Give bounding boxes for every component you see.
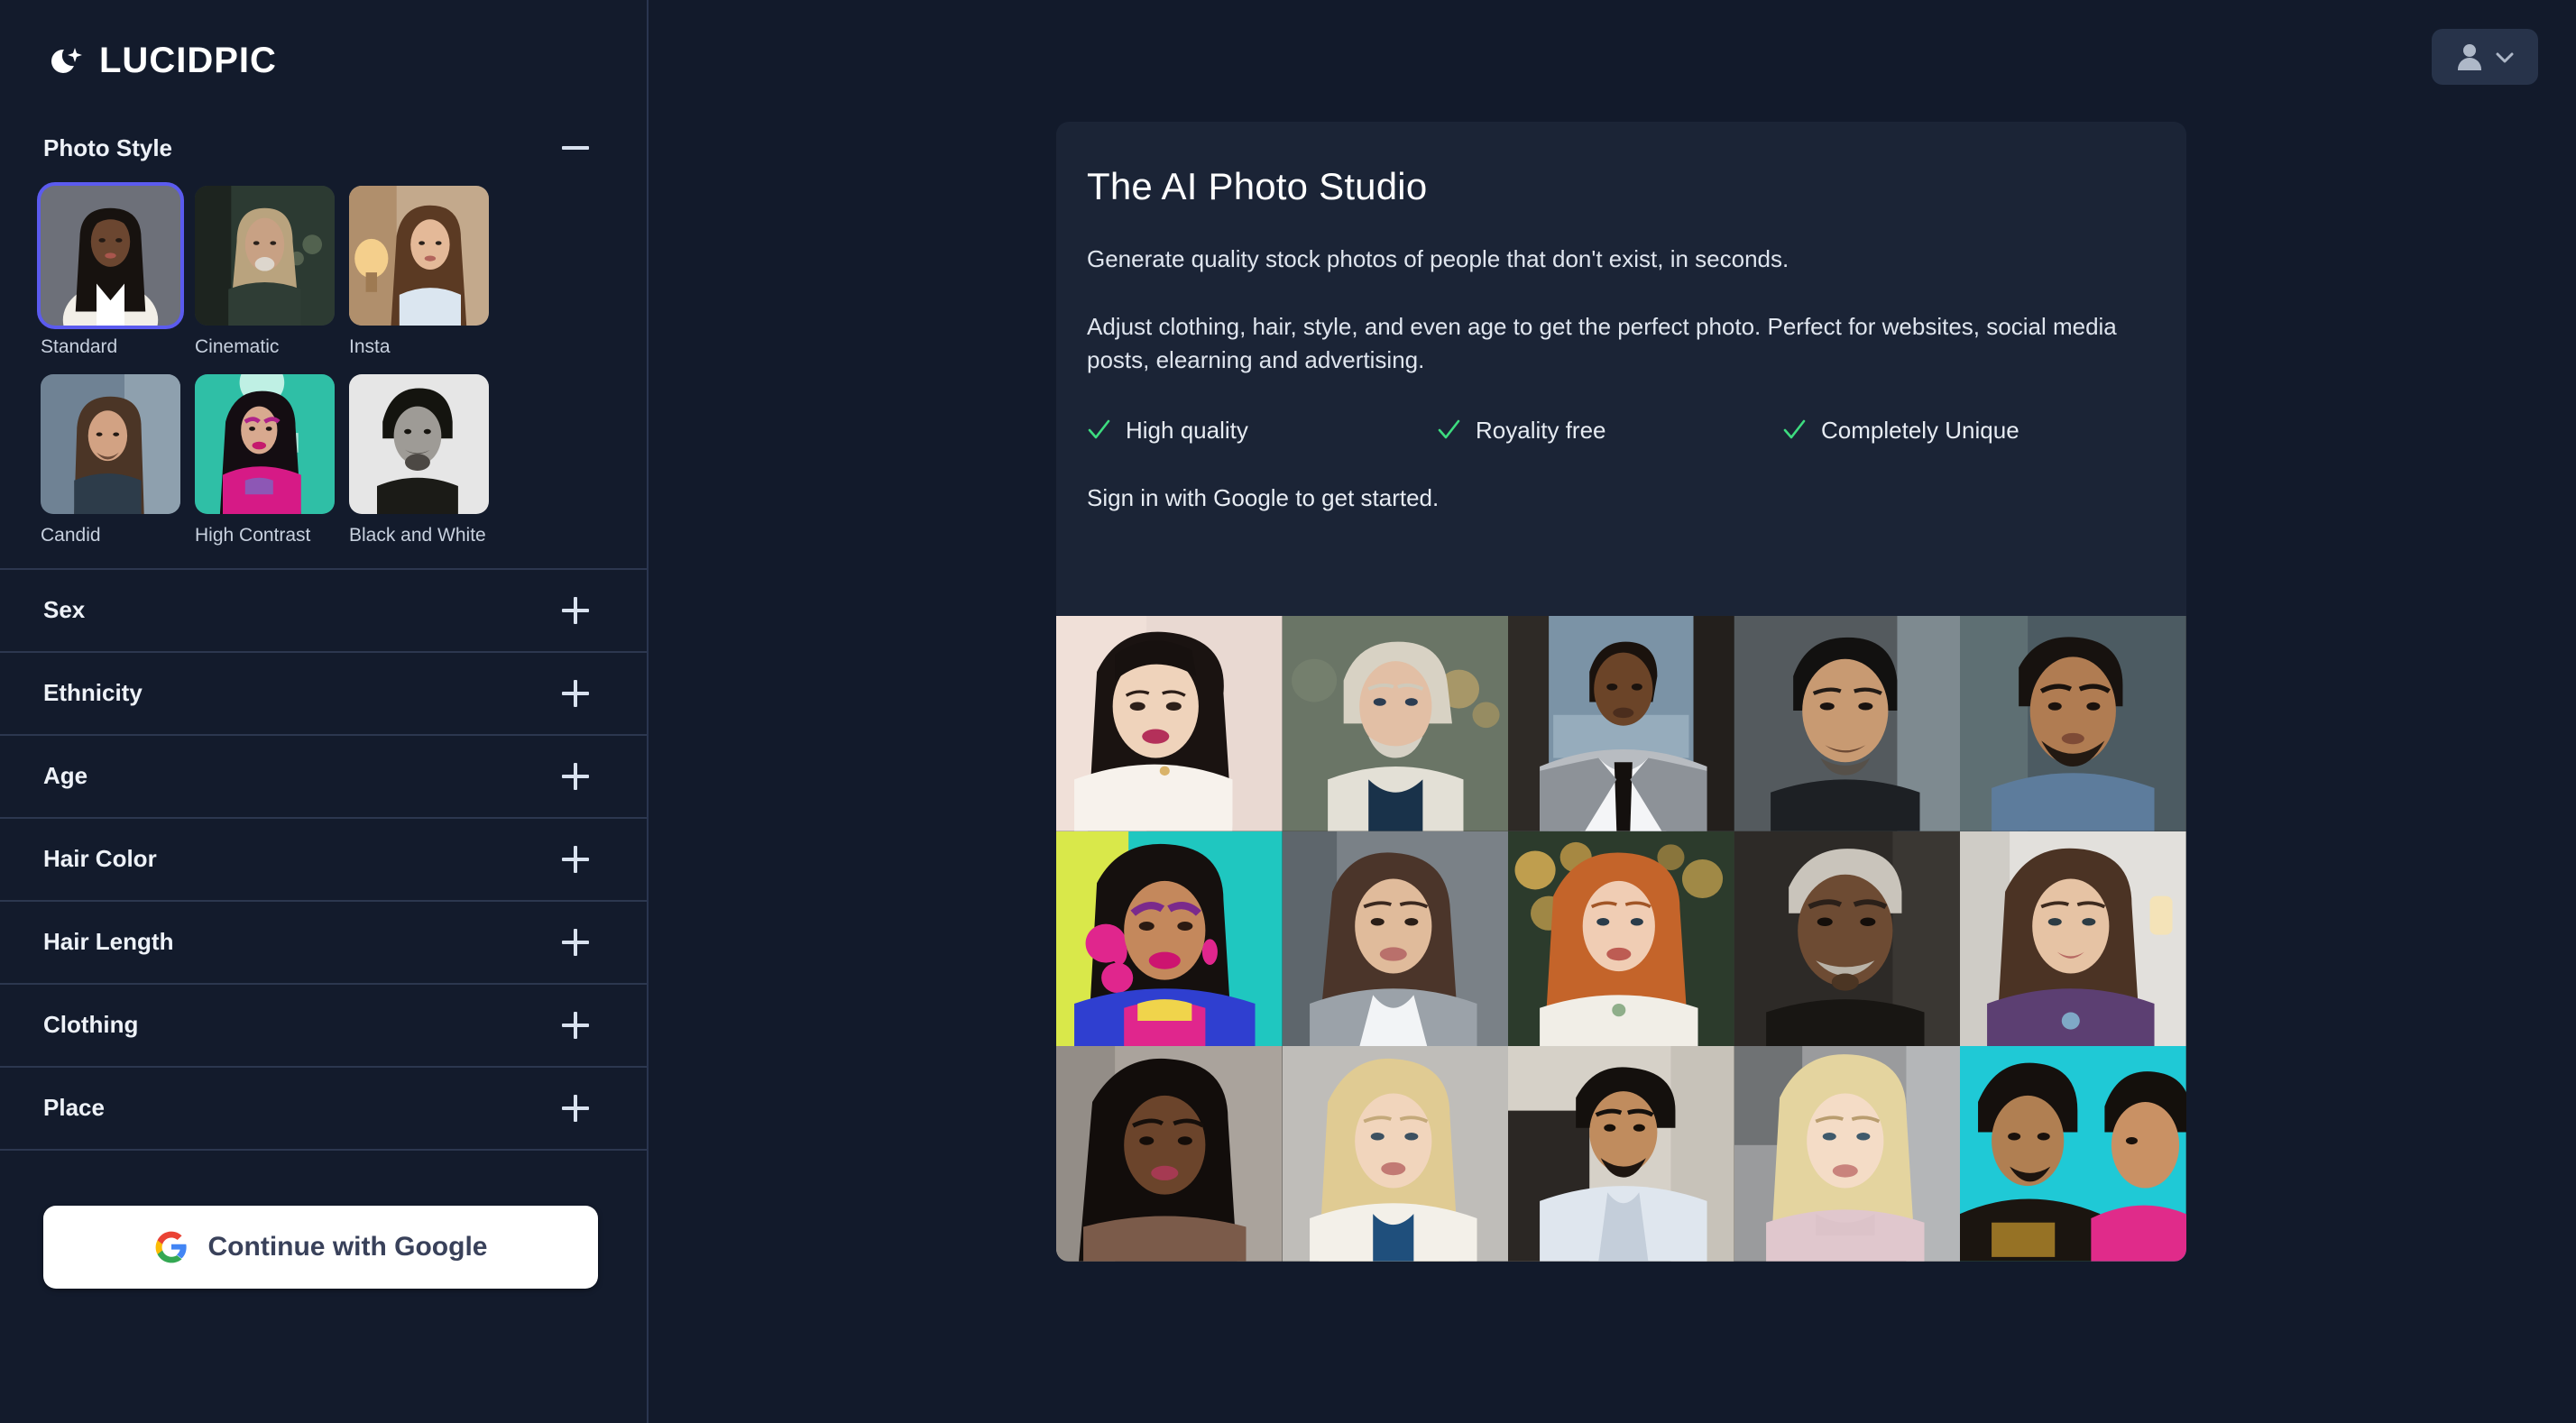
style-option-standard[interactable]: Standard (37, 182, 184, 360)
brand-logo[interactable]: LUCIDPIC (0, 0, 647, 81)
plus-icon[interactable] (560, 761, 591, 792)
section-label: Age (43, 762, 88, 790)
page-title: The AI Photo Studio (1087, 165, 1428, 207)
gallery-photo[interactable] (1056, 616, 1283, 831)
gallery-photo[interactable] (1508, 831, 1734, 1047)
style-option-insta[interactable]: Insta (349, 186, 489, 360)
signin-hint: Sign in with Google to get started. (1087, 483, 1440, 511)
style-label: Insta (349, 336, 391, 357)
style-thumbnail[interactable] (349, 373, 489, 514)
style-label: Standard (41, 336, 118, 357)
google-g-icon (154, 1230, 189, 1264)
section-label: Hair Length (43, 928, 174, 956)
gallery-photo[interactable] (1734, 1046, 1961, 1262)
plus-icon[interactable] (560, 678, 591, 709)
user-menu-button[interactable] (2432, 29, 2538, 85)
style-option-candid[interactable]: Candid (41, 373, 180, 548)
gallery-photo[interactable] (1960, 616, 2186, 831)
main-content: The AI Photo Studio Generate quality sto… (649, 0, 2576, 1423)
card-body: The AI Photo Studio Generate quality sto… (1056, 122, 2186, 512)
divider (0, 1148, 647, 1151)
feature-label: Completely Unique (1821, 416, 2019, 444)
style-thumbnail[interactable] (195, 373, 335, 514)
section-label: Ethnicity (43, 679, 143, 707)
style-label: Cinematic (195, 336, 280, 357)
portrait-insta (349, 186, 489, 326)
check-icon (1782, 418, 1806, 442)
plus-icon[interactable] (560, 927, 591, 958)
gallery-photo[interactable] (1056, 831, 1283, 1047)
intro-card: The AI Photo Studio Generate quality sto… (1056, 122, 2186, 1262)
style-option-high-contrast[interactable]: High Contrast (195, 373, 335, 548)
sidebar-section-place[interactable]: Place (0, 1068, 647, 1149)
gallery-photo[interactable] (1960, 1046, 2186, 1262)
portrait-candid (41, 373, 180, 514)
user-avatar-icon (2456, 43, 2483, 70)
sidebar-section-hair-length[interactable]: Hair Length (0, 902, 647, 983)
style-thumbnail[interactable] (37, 182, 184, 329)
style-option-cinematic[interactable]: Cinematic (195, 186, 335, 360)
portrait-high-contrast (195, 373, 335, 514)
style-option-black-and-white[interactable]: Black and White (349, 373, 489, 548)
check-icon (1087, 418, 1110, 442)
section-label: Sex (43, 596, 86, 624)
style-thumbnail[interactable] (349, 186, 489, 326)
plus-icon[interactable] (560, 844, 591, 875)
minus-icon[interactable] (560, 133, 591, 163)
photo-style-header[interactable]: Photo Style (0, 123, 647, 173)
intro-paragraph-1: Generate quality stock photos of people … (1087, 245, 1789, 272)
intro-paragraph-2: Adjust clothing, hair, style, and even a… (1087, 312, 2117, 373)
gallery-photo[interactable] (1508, 1046, 1734, 1262)
gallery-photo[interactable] (1508, 616, 1734, 831)
gallery-photo[interactable] (1282, 831, 1509, 1047)
style-thumbnail[interactable] (41, 373, 180, 514)
gallery-photo[interactable] (1960, 831, 2186, 1047)
portrait-cinematic (195, 186, 335, 326)
sample-photo-gallery (1056, 616, 2186, 1262)
photo-style-title: Photo Style (43, 133, 173, 161)
gallery-photo[interactable] (1282, 1046, 1509, 1262)
style-label: High Contrast (195, 524, 311, 546)
google-button-label: Continue with Google (207, 1232, 488, 1262)
portrait-standard (41, 186, 180, 326)
brand-name: LUCIDPIC (99, 41, 277, 80)
plus-icon[interactable] (560, 595, 591, 626)
sidebar-section-clothing[interactable]: Clothing (0, 985, 647, 1066)
sidebar-section-ethnicity[interactable]: Ethnicity (0, 653, 647, 734)
plus-icon[interactable] (560, 1010, 591, 1041)
feature-list: High quality Royality free Completely Un… (1087, 417, 2156, 445)
gallery-photo[interactable] (1282, 616, 1509, 831)
check-icon (1437, 418, 1460, 442)
moon-sparkle-icon (47, 42, 85, 80)
sidebar-section-hair-color[interactable]: Hair Color (0, 819, 647, 900)
portrait-black-and-white (349, 373, 489, 514)
section-label: Place (43, 1094, 105, 1122)
section-label: Hair Color (43, 845, 157, 873)
photo-style-options: Standard Cinematic Insta Candid High Con… (0, 173, 647, 568)
continue-with-google-button[interactable]: Continue with Google (43, 1206, 598, 1289)
feature-item: Royality free (1437, 417, 1782, 445)
plus-icon[interactable] (560, 1093, 591, 1124)
sidebar-section-age[interactable]: Age (0, 736, 647, 817)
feature-item: High quality (1087, 417, 1437, 445)
gallery-photo[interactable] (1734, 831, 1961, 1047)
section-label: Clothing (43, 1011, 139, 1039)
sidebar-section-sex[interactable]: Sex (0, 570, 647, 651)
style-label: Black and White (349, 524, 486, 546)
app-root: LUCIDPIC Photo Style Standard Cinematic … (0, 0, 2576, 1423)
feature-label: High quality (1126, 416, 1248, 444)
feature-item: Completely Unique (1782, 417, 2019, 445)
chevron-down-icon (2496, 51, 2514, 63)
style-thumbnail[interactable] (195, 186, 335, 326)
gallery-photo[interactable] (1734, 616, 1961, 831)
style-label: Candid (41, 524, 101, 546)
feature-label: Royality free (1476, 416, 1606, 444)
gallery-photo[interactable] (1056, 1046, 1283, 1262)
sidebar: LUCIDPIC Photo Style Standard Cinematic … (0, 0, 649, 1423)
